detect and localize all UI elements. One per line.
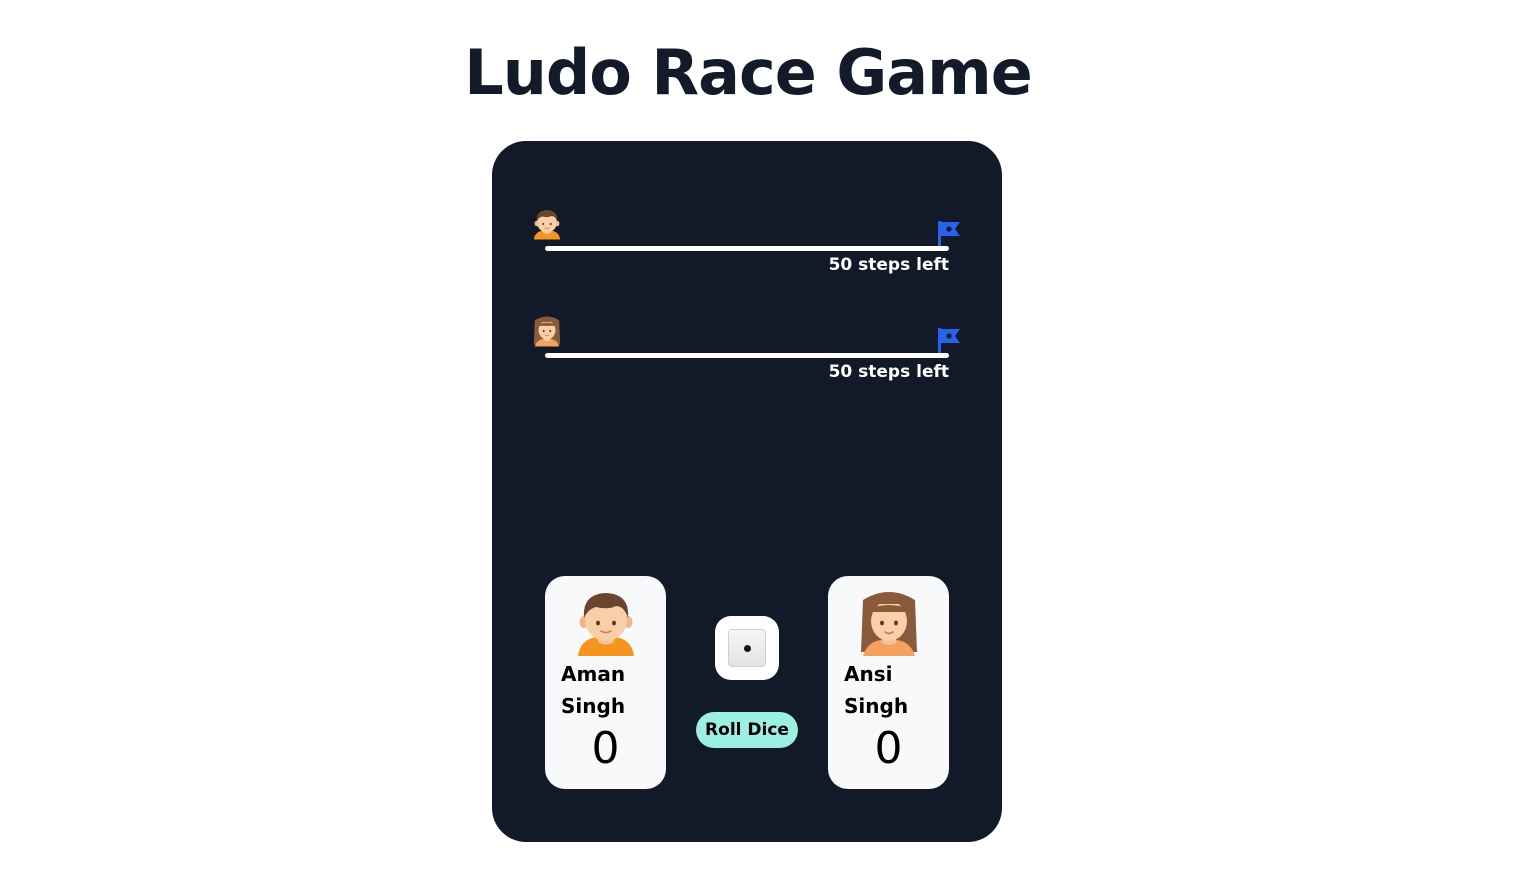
track-line xyxy=(545,246,949,251)
dice-icon xyxy=(728,629,766,667)
roll-dice-button[interactable]: Roll Dice xyxy=(696,712,798,748)
boy-avatar-icon xyxy=(574,590,638,656)
player-score: 0 xyxy=(591,723,620,774)
player-last-name: Singh xyxy=(561,694,626,718)
player-score: 0 xyxy=(874,723,903,774)
steps-left-label: 50 steps left xyxy=(828,255,949,275)
dice[interactable] xyxy=(715,616,779,680)
player-last-name: Singh xyxy=(844,694,909,718)
game-board: 50 steps left 50 steps left Aman Singh 0… xyxy=(492,141,1002,842)
steps-left-label: 50 steps left xyxy=(828,362,949,382)
boy-avatar-icon xyxy=(532,203,562,245)
finish-flag-icon xyxy=(936,326,962,356)
girl-avatar-icon xyxy=(857,590,921,656)
race-track-aman: 50 steps left xyxy=(532,201,962,281)
girl-avatar-icon xyxy=(532,310,562,352)
player-name: Aman Singh xyxy=(561,658,657,722)
player-first-name: Aman xyxy=(561,662,626,686)
finish-flag-icon xyxy=(936,219,962,249)
player-name: Ansi Singh xyxy=(844,658,940,722)
page-title: Ludo Race Game xyxy=(464,36,1033,109)
track-line xyxy=(545,353,949,358)
race-track-ansi: 50 steps left xyxy=(532,308,962,388)
player-card-ansi: Ansi Singh 0 xyxy=(828,576,949,789)
dice-pip xyxy=(744,645,751,652)
player-first-name: Ansi xyxy=(844,662,893,686)
player-card-aman: Aman Singh 0 xyxy=(545,576,666,789)
